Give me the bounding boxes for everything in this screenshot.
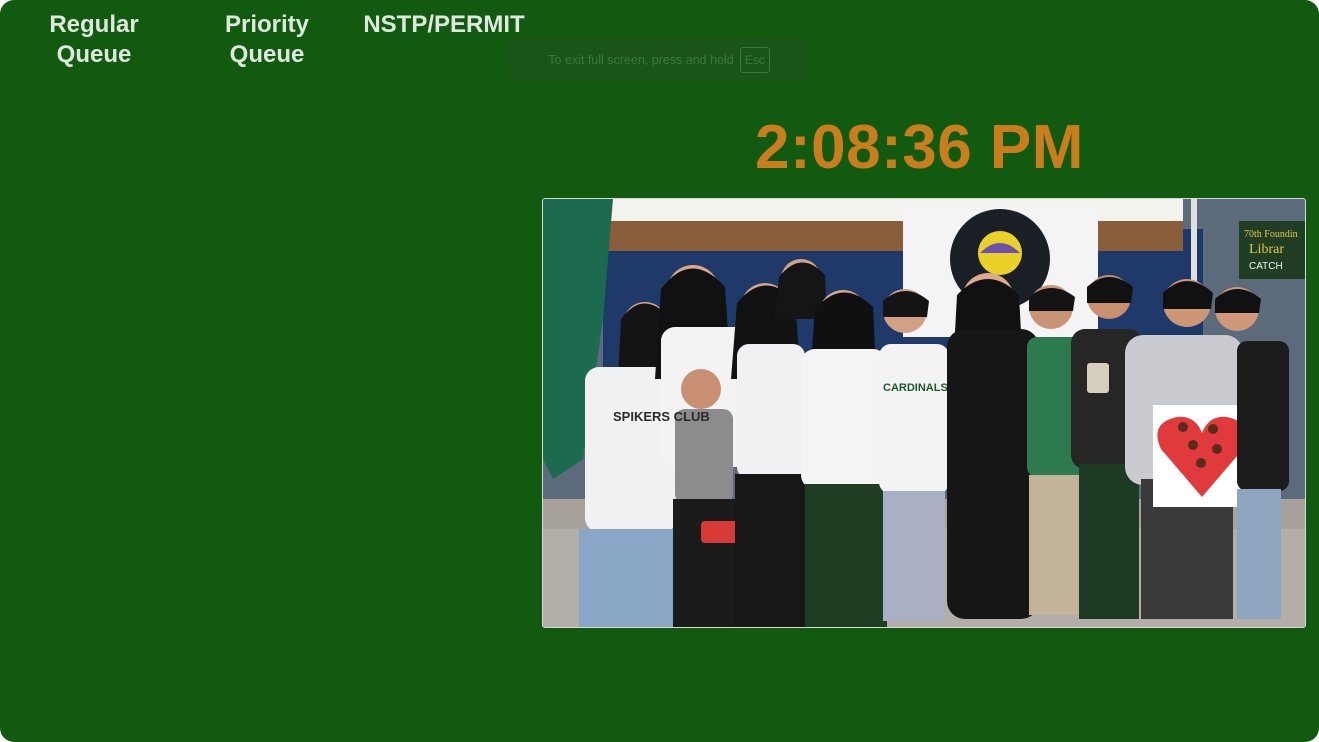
- fullscreen-exit-notice: To exit full screen, press and hold Esc: [510, 39, 808, 81]
- esc-key-hint: Esc: [739, 47, 770, 73]
- fullscreen-notice-text: To exit full screen, press and hold: [548, 53, 734, 67]
- banner-text: 70th Foundin: [1244, 229, 1298, 240]
- banner-subtext-2: CATCH: [1249, 261, 1283, 272]
- shirt-text-2: CARDINALS: [883, 382, 948, 394]
- queue-display-screen: Regular Queue Priority Queue NSTP/PERMIT…: [0, 0, 1319, 742]
- shirt-text: SPIKERS CLUB: [613, 409, 710, 424]
- regular-queue-label: Regular Queue: [49, 11, 139, 68]
- banner-subtext: Librar: [1249, 242, 1284, 257]
- clock-display: 2:08:36 PM: [755, 113, 1084, 182]
- group-photo: 70th Foundin Librar CATCH SPIKERS CLUB C…: [542, 198, 1306, 628]
- priority-queue-label: Priority Queue: [224, 11, 310, 68]
- group-photo-image: 70th Foundin Librar CATCH SPIKERS CLUB C…: [543, 199, 1305, 627]
- nstp-permit-queue-label: NSTP/PERMIT: [363, 11, 525, 38]
